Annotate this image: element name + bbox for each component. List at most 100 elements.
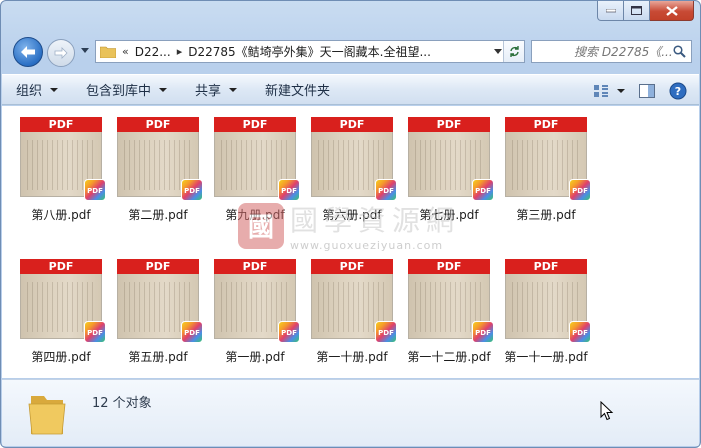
chevron-right-icon[interactable]: ▸	[177, 45, 183, 58]
chevron-down-icon	[50, 87, 59, 92]
change-view-button[interactable]	[593, 84, 625, 98]
file-item[interactable]: PDF PDF 第八册.pdf	[13, 117, 109, 223]
explorer-window: « D22... ▸ D22785《鲒埼亭外集》天一阁藏本.全祖望... 组织 …	[0, 0, 701, 448]
chevron-down-icon	[159, 87, 168, 92]
forward-arrow-icon	[54, 47, 68, 59]
file-name: 第一十册.pdf	[316, 350, 388, 364]
file-name: 第四册.pdf	[31, 350, 91, 364]
pdf-thumbnail: PDF PDF	[311, 117, 397, 201]
pdf-thumbnail: PDF PDF	[214, 259, 300, 343]
file-name: 第二册.pdf	[128, 208, 188, 222]
pdf-app-icon: PDF	[84, 179, 106, 201]
chevron-down-icon	[617, 88, 625, 93]
breadcrumb-item-parent[interactable]: D22...	[135, 45, 171, 59]
organize-menu[interactable]: 组织	[2, 75, 72, 104]
share-label: 共享	[195, 84, 222, 99]
address-dropdown-arrow[interactable]	[494, 49, 502, 54]
pdf-banner: PDF	[117, 117, 199, 132]
pdf-thumbnail: PDF PDF	[408, 117, 494, 201]
watermark-seal-text: 國	[247, 213, 274, 243]
file-item[interactable]: PDF PDF 第五册.pdf	[110, 259, 206, 365]
pdf-banner: PDF	[117, 259, 199, 274]
pdf-banner: PDF	[311, 117, 393, 132]
pdf-banner: PDF	[214, 259, 296, 274]
view-controls: ?	[593, 75, 687, 106]
pdf-banner: PDF	[505, 259, 587, 274]
command-bar: 组织 包含到库中 共享 新建文件夹 ?	[2, 74, 699, 105]
pdf-app-icon: PDF	[375, 179, 397, 201]
breadcrumb-overflow[interactable]: «	[122, 45, 129, 58]
pdf-app-icon: PDF	[472, 179, 494, 201]
forward-button[interactable]	[47, 39, 75, 67]
file-name: 第八册.pdf	[31, 208, 91, 222]
close-button[interactable]	[650, 1, 694, 21]
pdf-banner: PDF	[505, 117, 587, 132]
pdf-app-icon: PDF	[278, 321, 300, 343]
file-name: 第一十二册.pdf	[407, 350, 491, 364]
address-bar[interactable]: « D22... ▸ D22785《鲒埼亭外集》天一阁藏本.全祖望...	[95, 40, 525, 63]
organize-label: 组织	[16, 84, 43, 99]
pdf-app-icon: PDF	[181, 321, 203, 343]
maximize-button[interactable]	[624, 1, 650, 21]
help-icon[interactable]: ?	[669, 82, 687, 100]
file-item[interactable]: PDF PDF 第一十册.pdf	[304, 259, 400, 365]
search-icon[interactable]	[673, 45, 686, 58]
view-grid-icon	[594, 84, 608, 97]
file-name: 第五册.pdf	[128, 350, 188, 364]
svg-text:?: ?	[675, 85, 681, 98]
pdf-app-icon: PDF	[181, 179, 203, 201]
include-in-library-menu[interactable]: 包含到库中	[72, 75, 181, 104]
pdf-banner: PDF	[311, 259, 393, 274]
pdf-app-icon: PDF	[375, 321, 397, 343]
pdf-banner: PDF	[408, 117, 490, 132]
file-item[interactable]: PDF PDF 第一十一册.pdf	[498, 259, 594, 365]
watermark-url: www.guoxueziyuan.com	[290, 239, 444, 252]
preview-pane-icon[interactable]	[639, 83, 655, 98]
share-menu[interactable]: 共享	[181, 75, 251, 104]
search-box[interactable]	[531, 40, 692, 63]
search-input[interactable]	[574, 44, 674, 59]
chevron-down-icon	[229, 87, 238, 92]
pdf-banner: PDF	[408, 259, 490, 274]
back-arrow-icon	[21, 46, 35, 58]
close-icon	[665, 5, 678, 16]
mouse-cursor-icon	[600, 401, 614, 421]
back-button[interactable]	[13, 37, 43, 67]
pdf-app-icon: PDF	[472, 321, 494, 343]
minimize-icon	[605, 8, 616, 12]
pdf-thumbnail: PDF PDF	[505, 259, 591, 343]
navigation-bar: « D22... ▸ D22785《鲒埼亭外集》天一阁藏本.全祖望...	[11, 37, 692, 67]
file-item[interactable]: PDF PDF 第二册.pdf	[110, 117, 206, 223]
file-item[interactable]: PDF PDF 第一册.pdf	[207, 259, 303, 365]
breadcrumb-item-current[interactable]: D22785《鲒埼亭外集》天一阁藏本.全祖望...	[188, 43, 431, 60]
details-pane: 12 个对象	[2, 379, 699, 446]
pdf-thumbnail: PDF PDF	[408, 259, 494, 343]
file-name: 第一册.pdf	[225, 350, 285, 364]
file-item[interactable]: PDF PDF 第一十二册.pdf	[401, 259, 497, 365]
watermark-text: 國學資源網 www.guoxueziyuan.com	[290, 199, 460, 252]
pdf-app-icon: PDF	[278, 179, 300, 201]
new-folder-button[interactable]: 新建文件夹	[251, 75, 344, 104]
watermark: 國 國學資源網 www.guoxueziyuan.com	[238, 199, 460, 252]
refresh-button[interactable]	[503, 41, 524, 62]
pdf-thumbnail: PDF PDF	[117, 117, 203, 201]
watermark-title: 國學資源網	[290, 204, 461, 237]
pdf-banner: PDF	[214, 117, 296, 132]
pdf-thumbnail: PDF PDF	[311, 259, 397, 343]
pdf-thumbnail: PDF PDF	[505, 117, 591, 201]
recent-pages-dropdown[interactable]	[81, 48, 89, 53]
pdf-thumbnail: PDF PDF	[20, 259, 106, 343]
include-in-library-label: 包含到库中	[86, 84, 152, 99]
pdf-thumbnail: PDF PDF	[20, 117, 106, 201]
pdf-app-icon: PDF	[569, 321, 591, 343]
file-item[interactable]: PDF PDF 第四册.pdf	[13, 259, 109, 365]
maximize-icon	[631, 6, 642, 15]
pdf-app-icon: PDF	[569, 179, 591, 201]
pdf-thumbnail: PDF PDF	[117, 259, 203, 343]
pdf-banner: PDF	[20, 259, 102, 274]
caption-buttons	[597, 1, 694, 21]
file-item[interactable]: PDF PDF 第三册.pdf	[498, 117, 594, 223]
watermark-seal: 國	[238, 202, 284, 249]
refresh-icon	[509, 46, 519, 57]
minimize-button[interactable]	[597, 1, 624, 21]
